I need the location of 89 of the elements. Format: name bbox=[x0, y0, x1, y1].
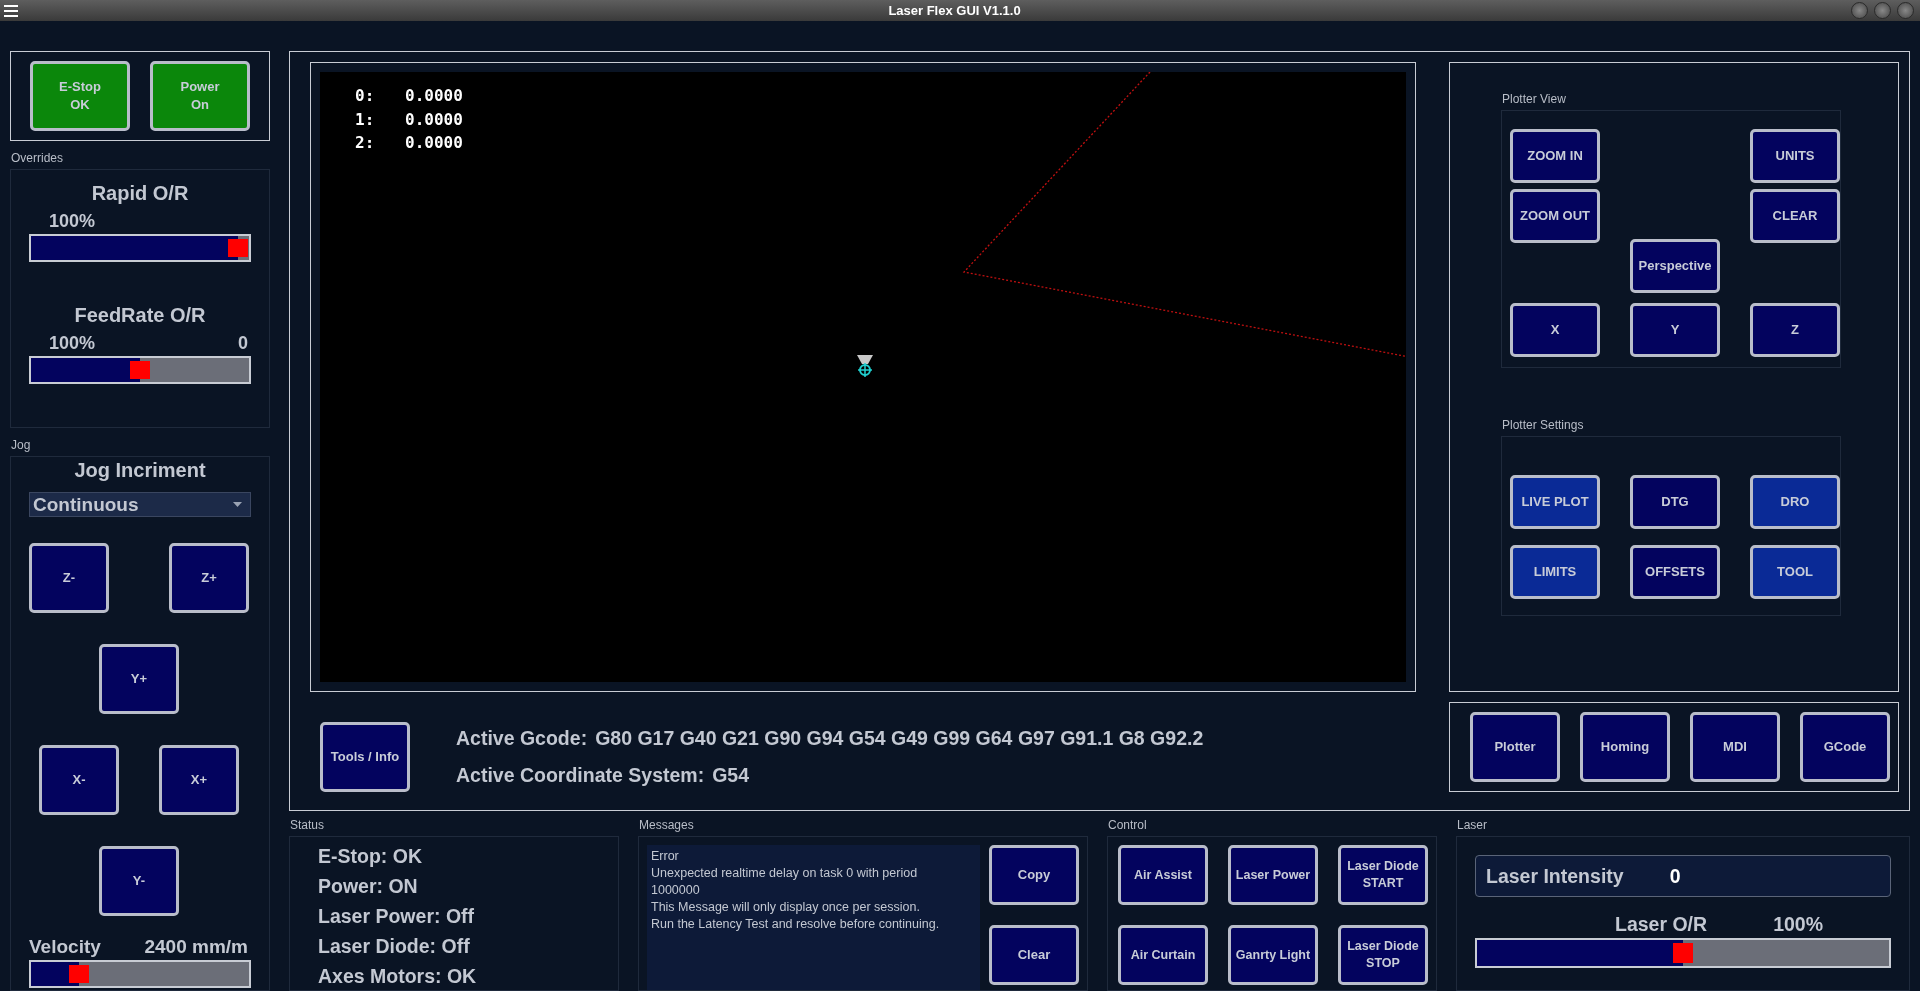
window-control-icon[interactable] bbox=[1874, 2, 1891, 19]
window-control-icon[interactable] bbox=[1851, 2, 1868, 19]
message-line: Error bbox=[651, 848, 680, 865]
plot-setting-toggle[interactable]: DTG bbox=[1630, 475, 1720, 529]
control-button[interactable]: Air Assist bbox=[1118, 845, 1208, 905]
control-button[interactable]: Air Curtain bbox=[1118, 925, 1208, 985]
message-line: Unexpected realtime delay on task 0 with period bbox=[651, 865, 919, 882]
slider-handle[interactable] bbox=[130, 361, 150, 379]
plot-setting-toggle[interactable]: LIVE PLOT bbox=[1510, 475, 1600, 529]
tools-info-button[interactable]: Tools / Info bbox=[320, 722, 410, 792]
slider-title: FeedRate O/R bbox=[73, 304, 207, 327]
jog-button[interactable]: Z+ bbox=[169, 543, 249, 613]
override-slider[interactable] bbox=[29, 356, 251, 384]
override-slider[interactable] bbox=[29, 234, 251, 262]
message-button[interactable]: Clear bbox=[989, 925, 1079, 985]
status-line: Axes Motors: OK bbox=[318, 964, 478, 989]
control-button[interactable]: Ganrty Light bbox=[1228, 925, 1318, 985]
status-line: Laser Power: Off bbox=[318, 904, 476, 929]
section-label: Status bbox=[290, 818, 326, 832]
section-label: Jog bbox=[11, 438, 32, 452]
dro-value: 0.0000 bbox=[405, 86, 463, 105]
status-line: Power: ON bbox=[318, 874, 419, 899]
slider-reading: 100% bbox=[1773, 913, 1823, 936]
section-label: Plotter View bbox=[1502, 92, 1567, 106]
plot-view-button[interactable]: Y bbox=[1630, 303, 1720, 357]
velocity-slider[interactable] bbox=[29, 960, 251, 988]
plot-setting-toggle[interactable]: DRO bbox=[1750, 475, 1840, 529]
slider-handle[interactable] bbox=[228, 239, 249, 257]
section-label: Messages bbox=[639, 818, 695, 832]
message-line: This Message will only display once per session. bbox=[651, 899, 921, 916]
dro-axis: 1: bbox=[355, 108, 376, 131]
coordinate-value: G54 bbox=[712, 764, 749, 787]
section-label: Control bbox=[1108, 818, 1148, 832]
dro-value: 0.0000 bbox=[405, 133, 463, 152]
caret-icon bbox=[233, 502, 242, 507]
coordinate-label: Active Coordinate System: bbox=[456, 764, 705, 787]
status-line: Laser Diode: Off bbox=[318, 934, 471, 959]
section-label: Laser bbox=[1457, 818, 1489, 832]
section-label: Plotter Settings bbox=[1502, 418, 1585, 432]
increment-dropdown[interactable]: Continuous bbox=[29, 492, 251, 517]
slider-label: Velocity bbox=[29, 936, 101, 958]
jog-title: Jog Incriment bbox=[73, 459, 207, 482]
mode-button[interactable]: GCode bbox=[1800, 712, 1890, 782]
menu-icon[interactable] bbox=[4, 4, 18, 17]
window-title: Laser Flex GUI V1.1.0 bbox=[887, 3, 1021, 18]
slider-reading: 0 bbox=[238, 333, 248, 354]
plot-view-button[interactable]: Z bbox=[1750, 303, 1840, 357]
slider-label: Laser O/R bbox=[1615, 913, 1708, 936]
status-line: E-Stop: OK bbox=[318, 844, 423, 869]
jog-button[interactable]: X+ bbox=[159, 745, 239, 815]
message-line: Run the Latency Test and resolve before continuing. bbox=[651, 916, 941, 933]
slider-reading: 2400 mm/m bbox=[144, 936, 248, 958]
jog-button[interactable]: Z- bbox=[29, 543, 109, 613]
gcode-value: G80 G17 G40 G21 G90 G94 G54 G49 G99 G64 G97 G91.1 G8 G92.2 bbox=[595, 727, 1204, 750]
laser-override-slider[interactable] bbox=[1475, 938, 1891, 968]
control-button[interactable]: Laser Diode START bbox=[1338, 845, 1428, 905]
slider-title: Rapid O/R bbox=[90, 182, 190, 205]
slider-value: 100% bbox=[49, 333, 96, 354]
slider-handle[interactable] bbox=[68, 965, 89, 983]
intensity-label: Laser Intensity bbox=[1486, 864, 1624, 888]
plot-setting-toggle[interactable]: OFFSETS bbox=[1630, 545, 1720, 599]
plot-view-button[interactable]: Perspective bbox=[1630, 239, 1720, 293]
jog-button[interactable]: Y- bbox=[99, 846, 179, 916]
tool-icon bbox=[857, 355, 873, 378]
dro-value: 0.0000 bbox=[405, 109, 463, 129]
message-line: 1000000 bbox=[651, 882, 701, 899]
jog-button[interactable]: X- bbox=[39, 745, 119, 815]
plot-view-button[interactable]: X bbox=[1510, 303, 1600, 357]
section-label: Overrides bbox=[11, 151, 64, 165]
plot-setting-toggle[interactable]: LIMITS bbox=[1510, 545, 1600, 599]
mode-button[interactable]: MDI bbox=[1690, 712, 1780, 782]
plot-view-button[interactable]: CLEAR bbox=[1750, 189, 1840, 243]
mode-button[interactable]: Plotter bbox=[1470, 712, 1560, 782]
dro-axis: 2: bbox=[355, 132, 376, 154]
gcode-label: Active Gcode: bbox=[456, 727, 588, 750]
plot-view-button[interactable]: ZOOM OUT bbox=[1510, 189, 1600, 243]
plot-view-button[interactable]: UNITS bbox=[1750, 129, 1840, 183]
window-control-icon[interactable] bbox=[1897, 2, 1914, 19]
mode-button[interactable]: Homing bbox=[1580, 712, 1670, 782]
dro-axis: 0: bbox=[355, 85, 376, 107]
control-button[interactable]: Laser Diode STOP bbox=[1338, 925, 1428, 985]
plot-view-button[interactable]: ZOOM IN bbox=[1510, 129, 1600, 183]
slider-value: 100% bbox=[49, 211, 96, 232]
control-button[interactable]: Laser Power bbox=[1228, 845, 1318, 905]
intensity-value: 0 bbox=[1669, 864, 1681, 888]
plot-setting-toggle[interactable]: TOOL bbox=[1750, 545, 1840, 599]
message-button[interactable]: Copy bbox=[989, 845, 1079, 905]
jog-button[interactable]: Y+ bbox=[99, 644, 179, 714]
slider-handle[interactable] bbox=[1673, 943, 1693, 963]
